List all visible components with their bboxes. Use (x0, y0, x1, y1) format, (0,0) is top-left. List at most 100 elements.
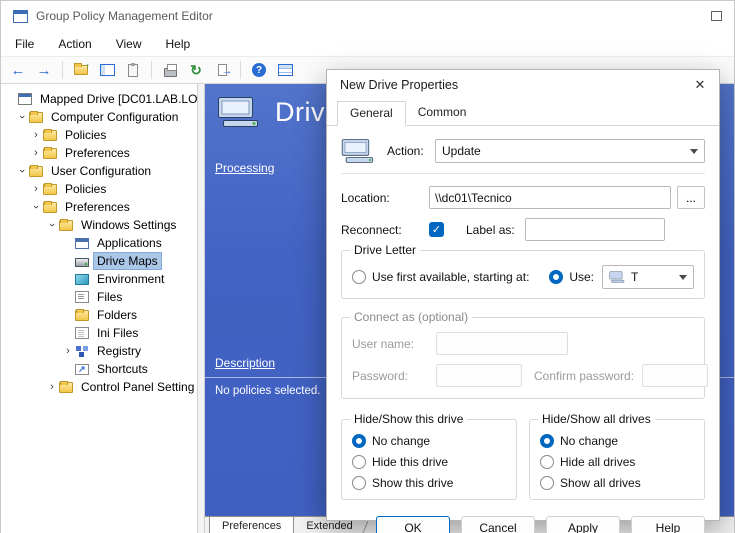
toolbar-separator (240, 61, 241, 79)
tree-item-environment[interactable]: Environment (1, 270, 197, 288)
close-icon[interactable] (689, 74, 711, 96)
console-tree: Mapped Drive [DC01.LAB.LOCA Computer Con… (1, 84, 198, 533)
tree-item-computer-preferences[interactable]: Preferences (1, 144, 197, 162)
tree-item-root[interactable]: Mapped Drive [DC01.LAB.LOCA (1, 90, 197, 108)
tree-item-user-configuration[interactable]: User Configuration (1, 162, 197, 180)
confirm-password-label: Confirm password: (534, 369, 634, 383)
menu-action[interactable]: Action (58, 37, 91, 51)
ok-button[interactable]: OK (376, 516, 450, 533)
chevron-right-icon[interactable] (29, 128, 43, 142)
show-all-drives-option: Show all drives (540, 476, 694, 490)
drive-letter-select[interactable]: T (602, 265, 694, 289)
apply-button[interactable]: Apply (546, 516, 620, 533)
registry-icon (75, 345, 89, 357)
menu-file[interactable]: File (15, 37, 34, 51)
use-radio[interactable] (549, 270, 563, 284)
print-button[interactable] (159, 60, 181, 81)
hide-all-drives-radio[interactable] (540, 455, 554, 469)
hide-this-drive-radio[interactable] (352, 455, 366, 469)
drive-letter-value: T (631, 270, 673, 284)
show-console-tree-button[interactable] (96, 60, 118, 81)
location-label: Location: (341, 191, 429, 205)
tree-item-computer-configuration[interactable]: Computer Configuration (1, 108, 197, 126)
detail-view-button[interactable] (274, 60, 296, 81)
show-all-drives-radio[interactable] (540, 476, 554, 490)
console-icon (18, 93, 32, 105)
chevron-down-icon[interactable] (29, 200, 43, 214)
all-no-change-radio[interactable] (540, 434, 554, 448)
description-column-link[interactable]: Description (215, 356, 275, 370)
tab-preferences[interactable]: Preferences (209, 517, 294, 533)
chevron-right-icon[interactable] (45, 380, 59, 394)
export-icon (218, 64, 227, 76)
password-label: Password: (352, 369, 436, 383)
drive-icon (609, 271, 626, 283)
tree-item-registry[interactable]: Registry (1, 342, 197, 360)
hide-show-this-drive-group: Hide/Show this drive No change Hide this… (341, 419, 517, 500)
drive-icon (341, 138, 377, 164)
menu-bar: File Action View Help (1, 31, 734, 57)
chevron-down-icon (690, 149, 698, 154)
tree-item-drive-maps[interactable]: Drive Maps (1, 252, 197, 270)
show-this-drive-radio[interactable] (352, 476, 366, 490)
tree-item-shortcuts[interactable]: Shortcuts (1, 360, 197, 378)
use-first-available-radio[interactable] (352, 270, 366, 284)
location-row: Location: ... (341, 186, 705, 209)
ini-files-icon (75, 327, 89, 339)
label-as-input[interactable] (525, 218, 665, 241)
dialog-tabs: General Common (327, 100, 719, 126)
tree-item-computer-policies[interactable]: Policies (1, 126, 197, 144)
tree-item-user-policies[interactable]: Policies (1, 180, 197, 198)
action-value: Update (442, 144, 684, 158)
applications-icon (75, 238, 89, 249)
tree-item-ini-files[interactable]: Ini Files (1, 324, 197, 342)
tab-general[interactable]: General (337, 101, 406, 126)
export-list-button[interactable] (211, 60, 233, 81)
chevron-down-icon[interactable] (15, 164, 29, 178)
dialog-title: New Drive Properties (340, 78, 689, 92)
processing-column-link[interactable]: Processing (215, 161, 274, 175)
chevron-down-icon[interactable] (45, 218, 59, 232)
menu-help[interactable]: Help (166, 37, 191, 51)
folder-icon (59, 382, 73, 393)
chevron-down-icon (679, 275, 687, 280)
cancel-button[interactable]: Cancel (461, 516, 535, 533)
reconnect-checkbox[interactable] (429, 222, 444, 237)
tree-item-files[interactable]: Files (1, 288, 197, 306)
menu-view[interactable]: View (116, 37, 142, 51)
help-button[interactable] (248, 60, 270, 81)
location-input[interactable] (429, 186, 671, 209)
tree-item-folders[interactable]: Folders (1, 306, 197, 324)
maximize-button[interactable] (711, 11, 722, 21)
help-button[interactable]: Help (631, 516, 705, 533)
action-row: Action: Update (341, 138, 705, 164)
chevron-right-icon[interactable] (61, 344, 75, 358)
tree-item-windows-settings[interactable]: Windows Settings (1, 216, 197, 234)
confirm-password-input (642, 364, 708, 387)
browse-button[interactable]: ... (677, 186, 705, 209)
properties-button[interactable] (122, 60, 144, 81)
chevron-right-icon[interactable] (29, 182, 43, 196)
up-one-level-button[interactable] (70, 60, 92, 81)
back-button[interactable] (7, 60, 29, 81)
tree-item-applications[interactable]: Applications (1, 234, 197, 252)
folder-icon (43, 130, 57, 141)
tree-item-user-preferences[interactable]: Preferences (1, 198, 197, 216)
all-no-change-option: No change (540, 434, 694, 448)
drive-letter-options: Use first available, starting at: Use: T (352, 265, 694, 289)
shortcut-icon (75, 364, 89, 375)
reconnect-row: Reconnect: Label as: (341, 218, 705, 241)
chevron-right-icon[interactable] (29, 146, 43, 160)
forward-button[interactable] (33, 60, 55, 81)
this-no-change-radio[interactable] (352, 434, 366, 448)
pane-splitter[interactable] (198, 84, 205, 533)
action-select[interactable]: Update (435, 139, 705, 163)
connect-as-group: Connect as (optional) User name: Passwor… (341, 317, 705, 399)
tree-item-control-panel-settings[interactable]: Control Panel Setting (1, 378, 197, 396)
printer-icon (164, 68, 177, 77)
dialog-buttons: OK Cancel Apply Help (341, 516, 705, 533)
drive-icon (75, 258, 89, 267)
refresh-button[interactable] (185, 60, 207, 81)
chevron-down-icon[interactable] (15, 110, 29, 124)
tab-common[interactable]: Common (406, 101, 479, 126)
